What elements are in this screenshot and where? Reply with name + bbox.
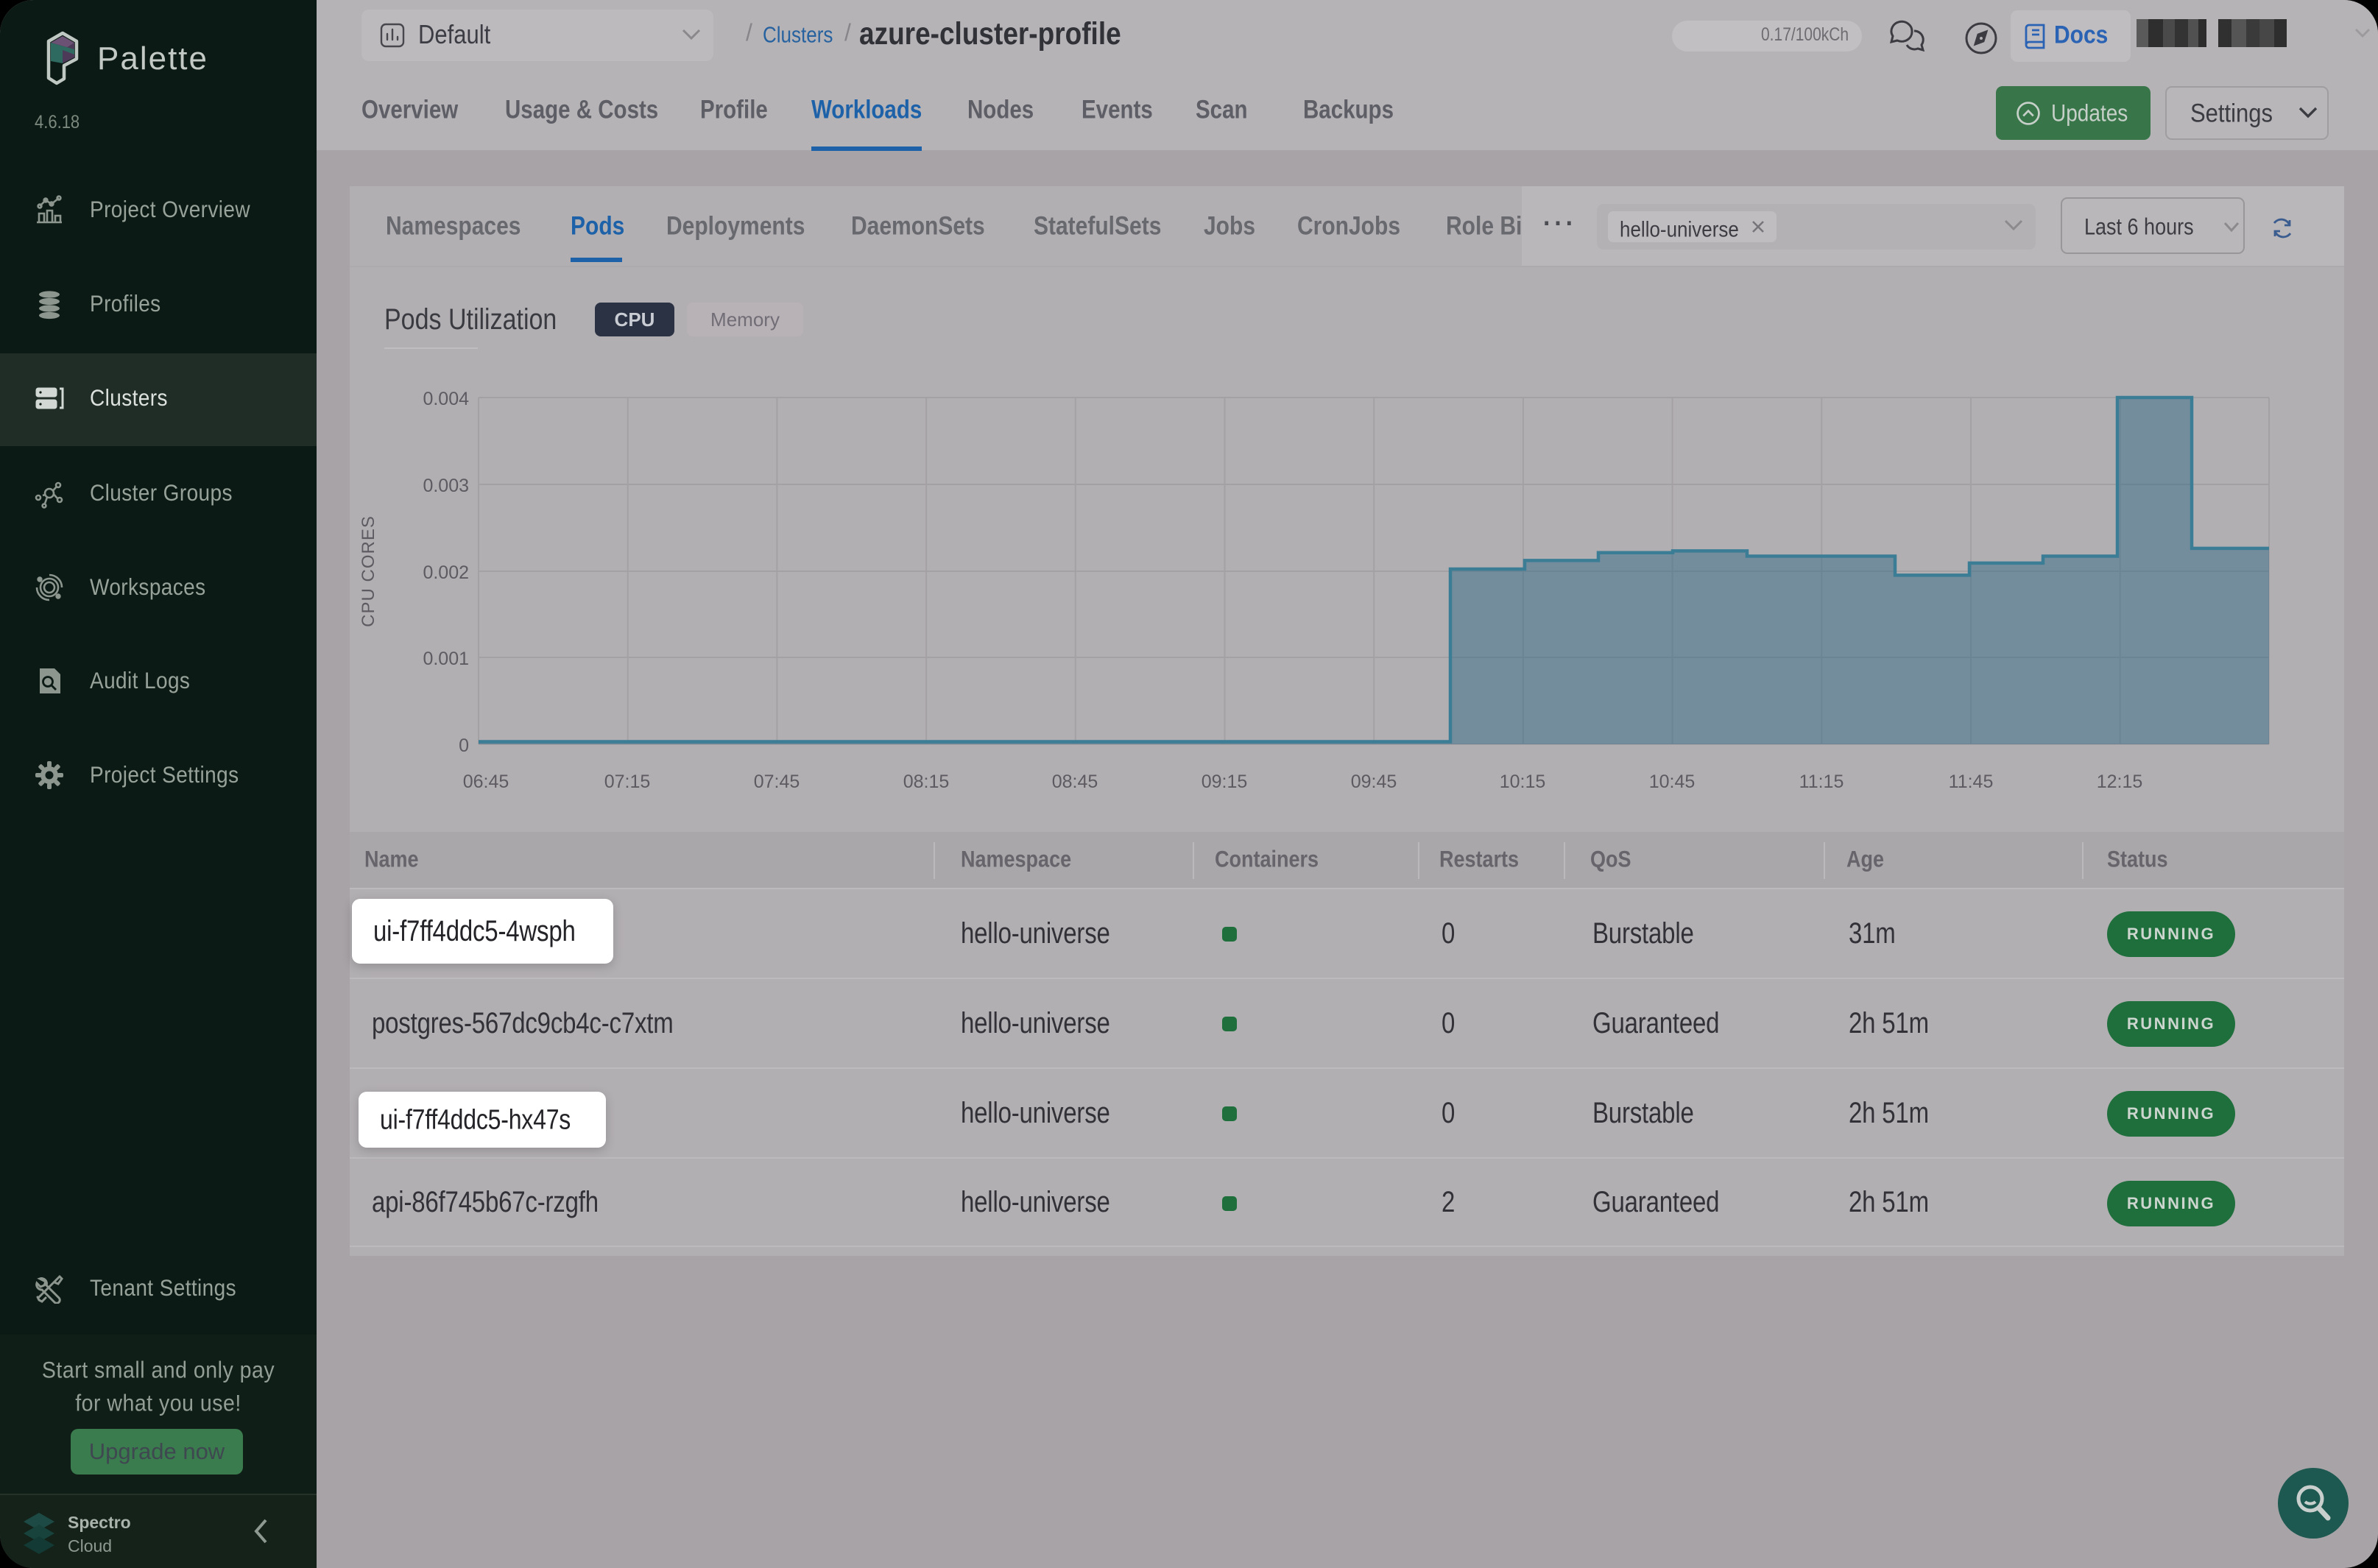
svg-text:06:45: 06:45 (463, 771, 509, 792)
svg-text:11:15: 11:15 (1799, 771, 1844, 792)
svg-text:0.004: 0.004 (423, 389, 469, 409)
svg-text:08:45: 08:45 (1052, 771, 1098, 792)
svg-text:09:15: 09:15 (1202, 771, 1248, 792)
svg-text:11:45: 11:45 (1949, 771, 1994, 792)
svg-text:07:45: 07:45 (754, 771, 800, 792)
svg-text:09:45: 09:45 (1351, 771, 1397, 792)
svg-text:10:45: 10:45 (1649, 771, 1696, 792)
svg-text:0.003: 0.003 (423, 476, 469, 496)
svg-text:10:15: 10:15 (1500, 771, 1546, 792)
svg-text:07:15: 07:15 (604, 771, 651, 792)
svg-text:0.001: 0.001 (423, 649, 469, 669)
svg-text:12:15: 12:15 (2097, 771, 2143, 792)
svg-text:CPU CORES: CPU CORES (359, 515, 378, 627)
svg-text:08:15: 08:15 (903, 771, 950, 792)
svg-text:0: 0 (459, 735, 469, 756)
svg-text:0.002: 0.002 (423, 562, 469, 583)
